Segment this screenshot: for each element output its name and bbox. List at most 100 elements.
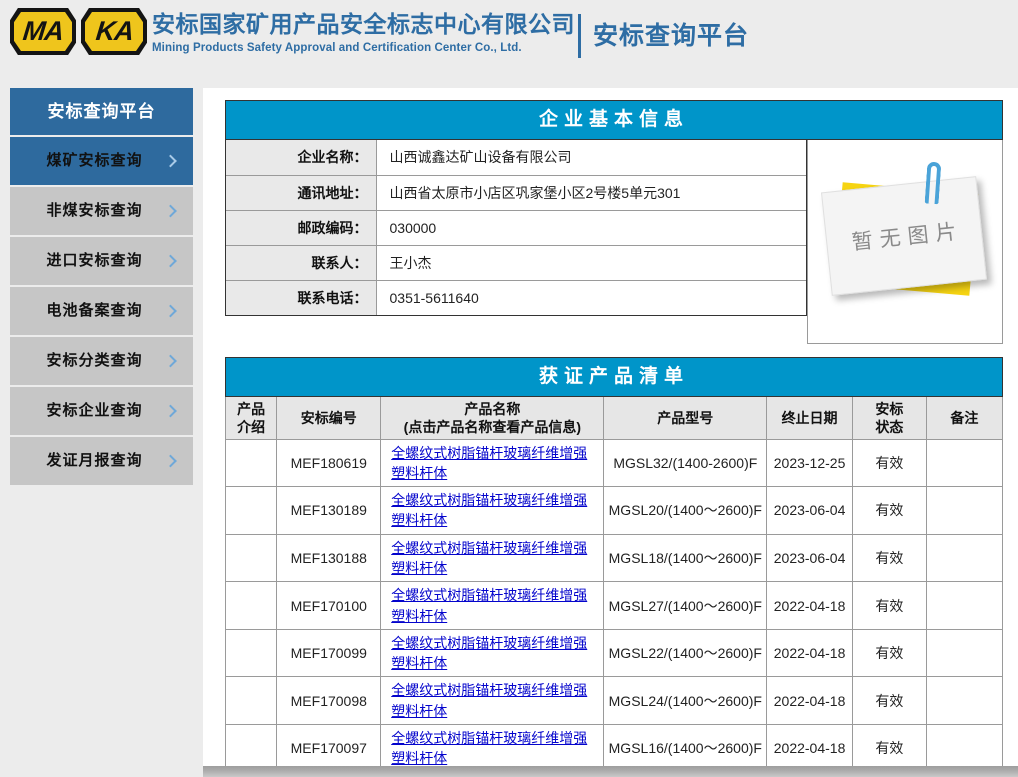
info-row: 通讯地址：山西省太原市小店区巩家堡小区2号楼5单元301: [226, 175, 806, 210]
product-name-cell: 全螺纹式树脂锚杆玻璃纤维增强塑料杆体: [381, 582, 604, 630]
sidebar-item-label: 进口安标查询: [46, 237, 142, 285]
end-date-cell: 2022-04-18: [767, 629, 853, 677]
cert-number-cell: MEF170098: [277, 677, 381, 725]
column-header-cert_no: 安标编号: [277, 397, 381, 439]
field-label: 邮政编码：: [226, 210, 376, 245]
sidebar-item-coal-mine-query[interactable]: 煤矿安标查询: [10, 137, 193, 185]
info-row: 企业名称：山西诚鑫达矿山设备有限公司: [226, 140, 806, 175]
product-intro-cell: [226, 629, 277, 677]
sidebar-items: 煤矿安标查询非煤安标查询进口安标查询电池备案查询安标分类查询安标企业查询发证月报…: [10, 137, 193, 485]
field-value: 山西省太原市小店区巩家堡小区2号楼5单元301: [376, 175, 806, 210]
info-row: 联系人：王小杰: [226, 245, 806, 280]
cert-number-cell: MEF170099: [277, 629, 381, 677]
sidebar-item-monthly-report-query[interactable]: 发证月报查询: [10, 437, 193, 485]
cert-number-cell: MEF170097: [277, 725, 381, 772]
chevron-right-icon: [164, 405, 177, 418]
logo-badge-ka: KA: [81, 8, 147, 55]
product-model-cell: MGSL27/(1400～2600)F: [604, 582, 767, 630]
logo-badge-ma: MA: [10, 8, 76, 55]
product-table: 产品介绍安标编号产品名称(点击产品名称查看产品信息)产品型号终止日期安标状态备注…: [226, 397, 1002, 772]
sidebar-item-label: 煤矿安标查询: [46, 137, 142, 185]
product-image-box: 暂无图片: [807, 140, 1003, 344]
product-name-link[interactable]: 全螺纹式树脂锚杆玻璃纤维增强塑料杆体: [391, 730, 587, 766]
sidebar-item-label: 安标分类查询: [46, 337, 142, 385]
product-list-title: 获证产品清单: [225, 357, 1003, 397]
cert-number-cell: MEF130189: [277, 487, 381, 535]
end-date-cell: 2023-06-04: [767, 534, 853, 582]
status-cell: 有效: [852, 439, 926, 487]
column-header-end_date: 终止日期: [767, 397, 853, 439]
top-banner: MA KA 安标国家矿用产品安全标志中心有限公司 Mining Products…: [0, 0, 1018, 88]
end-date-cell: 2023-12-25: [767, 439, 853, 487]
product-model-cell: MGSL20/(1400～2600)F: [604, 487, 767, 535]
product-model-cell: MGSL32/(1400-2600)F: [604, 439, 767, 487]
table-row: MEF170100 全螺纹式树脂锚杆玻璃纤维增强塑料杆体 MGSL27/(1400～…: [226, 582, 1002, 630]
product-name-cell: 全螺纹式树脂锚杆玻璃纤维增强塑料杆体: [381, 629, 604, 677]
product-name-link[interactable]: 全螺纹式树脂锚杆玻璃纤维增强塑料杆体: [391, 492, 587, 528]
product-name-cell: 全螺纹式树脂锚杆玻璃纤维增强塑料杆体: [381, 725, 604, 772]
product-name-link[interactable]: 全螺纹式树脂锚杆玻璃纤维增强塑料杆体: [391, 540, 587, 576]
column-header-note: 备注: [926, 397, 1002, 439]
chevron-right-icon: [164, 205, 177, 218]
field-value: 山西诚鑫达矿山设备有限公司: [376, 140, 806, 175]
paperclip-icon: [925, 162, 942, 205]
company-info-tbody: 企业名称：山西诚鑫达矿山设备有限公司通讯地址：山西省太原市小店区巩家堡小区2号楼…: [226, 140, 806, 315]
logo-badge-ka-inner: KA: [85, 12, 143, 51]
product-name-link[interactable]: 全螺纹式树脂锚杆玻璃纤维增强塑料杆体: [391, 635, 587, 671]
product-name-cell: 全螺纹式树脂锚杆玻璃纤维增强塑料杆体: [381, 487, 604, 535]
status-cell: 有效: [852, 534, 926, 582]
end-date-cell: 2022-04-18: [767, 677, 853, 725]
logo-badge-ma-inner: MA: [14, 12, 72, 51]
logo-text-ma: MA: [22, 18, 65, 45]
status-cell: 有效: [852, 677, 926, 725]
info-row: 联系电话：0351-5611640: [226, 280, 806, 315]
sidebar-item-label: 发证月报查询: [46, 437, 142, 485]
product-name-cell: 全螺纹式树脂锚杆玻璃纤维增强塑料杆体: [381, 534, 604, 582]
header-divider: [578, 14, 581, 58]
product-list-section: 获证产品清单 产品介绍安标编号产品名称(点击产品名称查看产品信息)产品型号终止日…: [225, 357, 1003, 773]
product-model-cell: MGSL22/(1400～2600)F: [604, 629, 767, 677]
column-header-name: 产品名称(点击产品名称查看产品信息): [381, 397, 604, 439]
sidebar-item-battery-record-query[interactable]: 电池备案查询: [10, 287, 193, 335]
column-header-model: 产品型号: [604, 397, 767, 439]
maka-logo: MA KA: [10, 8, 147, 55]
no-image-placeholder: 暂无图片: [821, 176, 987, 296]
sidebar-item-enterprise-query[interactable]: 安标企业查询: [10, 387, 193, 435]
chevron-right-icon: [164, 305, 177, 318]
status-cell: 有效: [852, 725, 926, 772]
product-name-link[interactable]: 全螺纹式树脂锚杆玻璃纤维增强塑料杆体: [391, 682, 587, 718]
chevron-right-icon: [164, 155, 177, 168]
status-cell: 有效: [852, 487, 926, 535]
sidebar-item-label: 安标企业查询: [46, 387, 142, 435]
product-name-link[interactable]: 全螺纹式树脂锚杆玻璃纤维增强塑料杆体: [391, 587, 587, 623]
cert-number-cell: MEF170100: [277, 582, 381, 630]
cert-number-cell: MEF130188: [277, 534, 381, 582]
column-header-intro: 产品介绍: [226, 397, 277, 439]
note-cell: [926, 629, 1002, 677]
company-name-zh: 安标国家矿用产品安全标志中心有限公司: [152, 9, 575, 39]
table-row: MEF130189 全螺纹式树脂锚杆玻璃纤维增强塑料杆体 MGSL20/(1400～…: [226, 487, 1002, 535]
title-block: 安标国家矿用产品安全标志中心有限公司 Mining Products Safet…: [152, 9, 575, 54]
product-name-cell: 全螺纹式树脂锚杆玻璃纤维增强塑料杆体: [381, 439, 604, 487]
product-intro-cell: [226, 677, 277, 725]
sidebar-item-category-query[interactable]: 安标分类查询: [10, 337, 193, 385]
info-row: 邮政编码：030000: [226, 210, 806, 245]
sidebar-item-label: 电池备案查询: [46, 287, 142, 335]
sidebar-item-import-query[interactable]: 进口安标查询: [10, 237, 193, 285]
field-label: 联系人：: [226, 245, 376, 280]
product-model-cell: MGSL18/(1400～2600)F: [604, 534, 767, 582]
logo-text-ka: KA: [94, 18, 134, 45]
product-name-link[interactable]: 全螺纹式树脂锚杆玻璃纤维增强塑料杆体: [391, 445, 587, 481]
product-table-head: 产品介绍安标编号产品名称(点击产品名称查看产品信息)产品型号终止日期安标状态备注: [226, 397, 1002, 439]
product-intro-cell: [226, 534, 277, 582]
column-header-status: 安标状态: [852, 397, 926, 439]
product-intro-cell: [226, 439, 277, 487]
company-info-title: 企业基本信息: [225, 100, 1003, 140]
product-table-body: MEF180619全螺纹式树脂锚杆玻璃纤维增强塑料杆体MGSL32/(1400-…: [226, 439, 1002, 772]
product-name-cell: 全螺纹式树脂锚杆玻璃纤维增强塑料杆体: [381, 677, 604, 725]
field-label: 联系电话：: [226, 280, 376, 315]
table-row: MEF170098全螺纹式树脂锚杆玻璃纤维增强塑料杆体MGSL24/(1400～…: [226, 677, 1002, 725]
note-cell: [926, 534, 1002, 582]
sidebar-item-label: 非煤安标查询: [46, 187, 142, 235]
sidebar-item-non-coal-query[interactable]: 非煤安标查询: [10, 187, 193, 235]
